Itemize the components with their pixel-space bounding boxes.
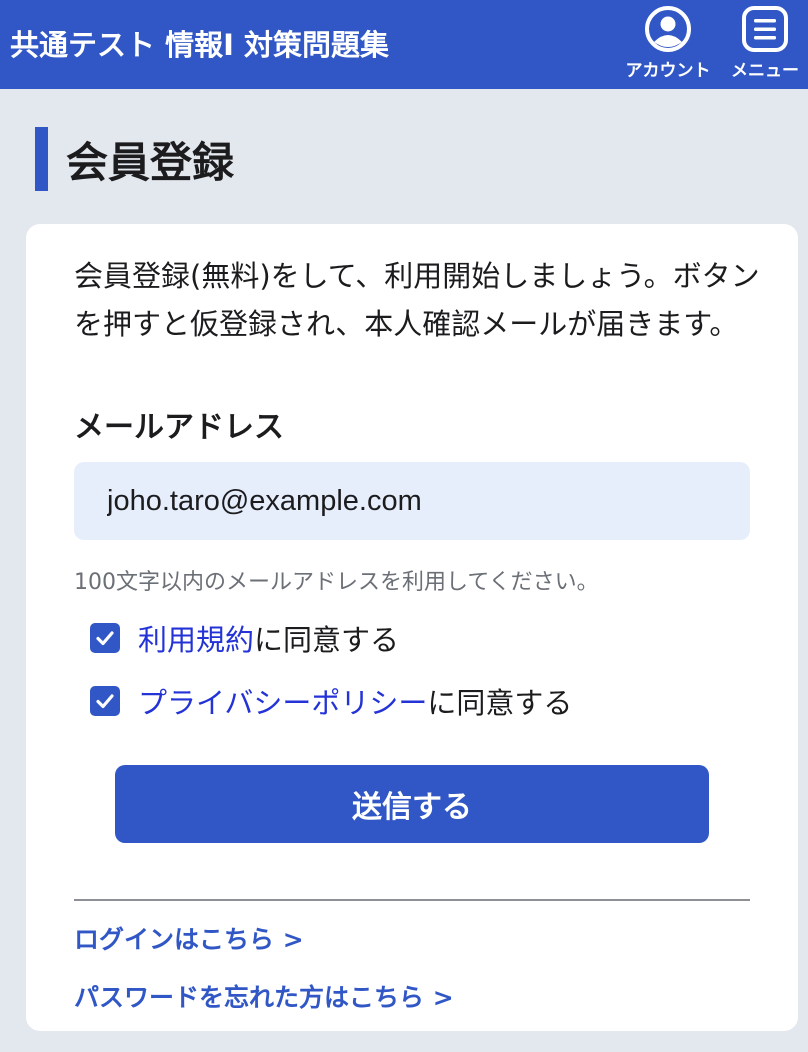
submit-button[interactable]: 送信する xyxy=(115,765,709,843)
divider xyxy=(74,899,750,901)
account-icon xyxy=(645,6,691,52)
privacy-policy-link[interactable]: プライバシーポリシー xyxy=(138,680,427,722)
app-title[interactable]: 共通テスト 情報I 対策問題集 xyxy=(10,22,389,64)
terms-agreement: 利用規約 に同意する xyxy=(90,617,399,659)
login-link[interactable]: ログインはこちら > xyxy=(74,920,304,956)
terms-suffix: に同意する xyxy=(254,623,400,657)
email-hint: 100文字以内のメールアドレスを利用してください。 xyxy=(74,570,599,595)
forgot-password-link[interactable]: パスワードを忘れた方はこちら > xyxy=(74,978,454,1014)
menu-button[interactable]: メニュー xyxy=(725,4,805,86)
page-heading: 会員登録 xyxy=(35,127,234,191)
heading-accent-bar xyxy=(35,127,48,191)
email-label: メールアドレス xyxy=(74,410,284,445)
menu-label: メニュー xyxy=(731,61,799,81)
privacy-suffix: に同意する xyxy=(427,686,573,720)
terms-link[interactable]: 利用規約 xyxy=(138,617,254,659)
privacy-checkbox[interactable] xyxy=(90,686,120,716)
page-title: 会員登録 xyxy=(66,137,235,187)
privacy-agreement: プライバシーポリシー に同意する xyxy=(90,680,572,722)
email-field[interactable] xyxy=(74,462,750,540)
terms-checkbox[interactable] xyxy=(90,623,120,653)
account-button[interactable]: アカウント xyxy=(625,4,711,86)
account-label: アカウント xyxy=(625,61,711,81)
app-header: 共通テスト 情報I 対策問題集 アカウント メニュー xyxy=(0,0,808,89)
menu-icon xyxy=(742,6,788,52)
checkmark-icon xyxy=(96,694,114,709)
registration-card: 会員登録(無料)をして、利用開始しましょう。ボタンを押すと仮登録され、本人確認メ… xyxy=(26,224,798,1031)
intro-text: 会員登録(無料)をして、利用開始しましょう。ボタンを押すと仮登録され、本人確認メ… xyxy=(74,259,760,341)
checkmark-icon xyxy=(96,631,114,646)
